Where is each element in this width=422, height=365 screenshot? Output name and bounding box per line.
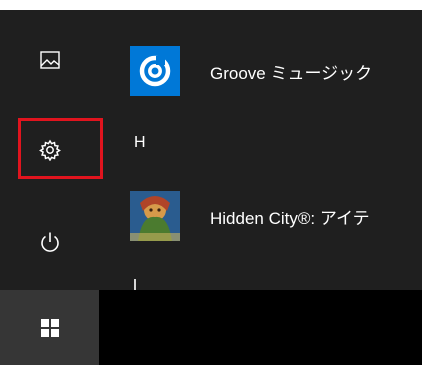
app-list-item-groove[interactable]: Groove ミュージック [130, 46, 372, 96]
start-button[interactable] [0, 290, 99, 365]
power-icon [40, 232, 59, 252]
app-label: Groove ミュージック [210, 63, 373, 83]
section-letter-h[interactable]: H [134, 134, 146, 152]
next-section-letter-partial [134, 279, 136, 290]
power-button[interactable] [0, 214, 99, 270]
settings-highlight-box [18, 118, 103, 179]
windows-logo-icon [41, 319, 59, 337]
screen: Groove ミュージック H Hidden City®: アイテ [0, 0, 422, 365]
pictures-button[interactable] [0, 32, 99, 88]
pictures-icon [39, 51, 60, 69]
groove-music-icon [130, 46, 180, 96]
app-list-item-hidden-city[interactable]: Hidden City®: アイテ [130, 191, 370, 241]
hidden-city-icon [130, 191, 180, 241]
app-label: Hidden City®: アイテ [210, 208, 370, 228]
taskbar [99, 290, 422, 365]
